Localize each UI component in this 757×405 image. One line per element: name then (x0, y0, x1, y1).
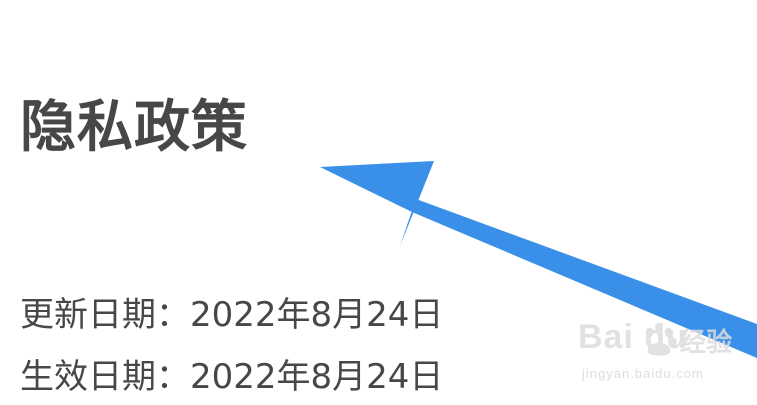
update-date: 更新日期：2022年8月24日 (20, 295, 444, 335)
watermark-brand: 经验 (680, 328, 733, 358)
watermark-url: jingyan.baidu.com (582, 366, 704, 381)
page-title: 隐私政策 (20, 95, 248, 160)
effective-date: 生效日期：2022年8月24日 (20, 357, 444, 397)
baidu-paw-icon (645, 322, 677, 356)
baidu-watermark: Bai du 经验 jingyan.baidu.com (578, 318, 753, 388)
privacy-policy-page: 隐私政策 更新日期：2022年8月24日 生效日期：2022年8月24日 Bai… (0, 0, 757, 405)
